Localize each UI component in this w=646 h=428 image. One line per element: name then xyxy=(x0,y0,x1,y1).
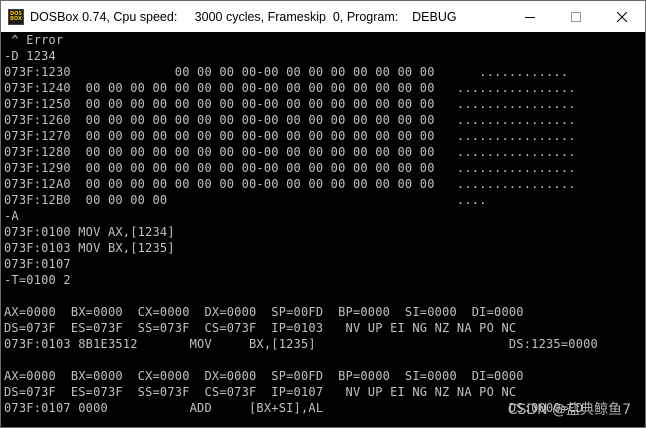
terminal-line: 073F:0107 0000 ADD [BX+SI],AL DS:0000=CD xyxy=(4,401,584,415)
terminal-line: 073F:1280 00 00 00 00 00 00 00 00-00 00 … xyxy=(4,145,576,159)
terminal-line: -D 1234 xyxy=(4,49,56,63)
terminal-line: 073F:0107 xyxy=(4,257,71,271)
icon-text-bottom: BOX xyxy=(10,15,22,22)
terminal-line: 073F:12A0 00 00 00 00 00 00 00 00-00 00 … xyxy=(4,177,576,191)
terminal-line: AX=0000 BX=0000 CX=0000 DX=0000 SP=00FD … xyxy=(4,369,524,383)
terminal-line: 073F:1270 00 00 00 00 00 00 00 00-00 00 … xyxy=(4,129,576,143)
minimize-icon xyxy=(525,16,535,18)
maximize-button[interactable] xyxy=(553,1,599,32)
terminal-line: 073F:1260 00 00 00 00 00 00 00 00-00 00 … xyxy=(4,113,576,127)
title-bar[interactable]: DOS BOX DOSBox 0.74, Cpu speed: 3000 cyc… xyxy=(1,1,645,32)
terminal-line: 073F:1230 00 00 00 00-00 00 00 00 00 00 … xyxy=(4,65,569,79)
terminal-line: 073F:0103 8B1E3512 MOV BX,[1235] DS:1235… xyxy=(4,337,598,351)
minimize-button[interactable] xyxy=(507,1,553,32)
terminal-line: 073F:1290 00 00 00 00 00 00 00 00-00 00 … xyxy=(4,161,576,175)
window-controls xyxy=(507,1,645,32)
csdn-watermark: CSDN @盐典鲸鱼7 xyxy=(507,402,631,418)
terminal-line: 073F:0103 MOV BX,[1235] xyxy=(4,241,175,255)
terminal-line: ^ Error xyxy=(4,33,64,47)
terminal-line: 073F:1250 00 00 00 00 00 00 00 00-00 00 … xyxy=(4,97,576,111)
terminal-line: 073F:0100 MOV AX,[1234] xyxy=(4,225,175,239)
maximize-icon xyxy=(571,11,581,22)
terminal-line: -A xyxy=(4,209,19,223)
dosbox-app-icon[interactable]: DOS BOX xyxy=(8,8,24,25)
close-button[interactable] xyxy=(599,1,645,32)
terminal-line: DS=073F ES=073F SS=073F CS=073F IP=0103 … xyxy=(4,321,517,335)
window-title: DOSBox 0.74, Cpu speed: 3000 cycles, Fra… xyxy=(30,9,457,24)
terminal-line: 073F:1240 00 00 00 00 00 00 00 00-00 00 … xyxy=(4,81,576,95)
terminal-line: AX=0000 BX=0000 CX=0000 DX=0000 SP=00FD … xyxy=(4,305,524,319)
dosbox-window: DOS BOX DOSBox 0.74, Cpu speed: 3000 cyc… xyxy=(0,0,646,428)
terminal-line: DS=073F ES=073F SS=073F CS=073F IP=0107 … xyxy=(4,385,517,399)
close-icon xyxy=(617,11,627,22)
dos-terminal-screen[interactable]: ^ Error -D 1234 073F:1230 00 00 00 00-00 0… xyxy=(2,32,644,427)
terminal-line: 073F:12B0 00 00 00 00 .... xyxy=(4,193,487,207)
terminal-line: -T=0100 2 xyxy=(4,273,71,287)
